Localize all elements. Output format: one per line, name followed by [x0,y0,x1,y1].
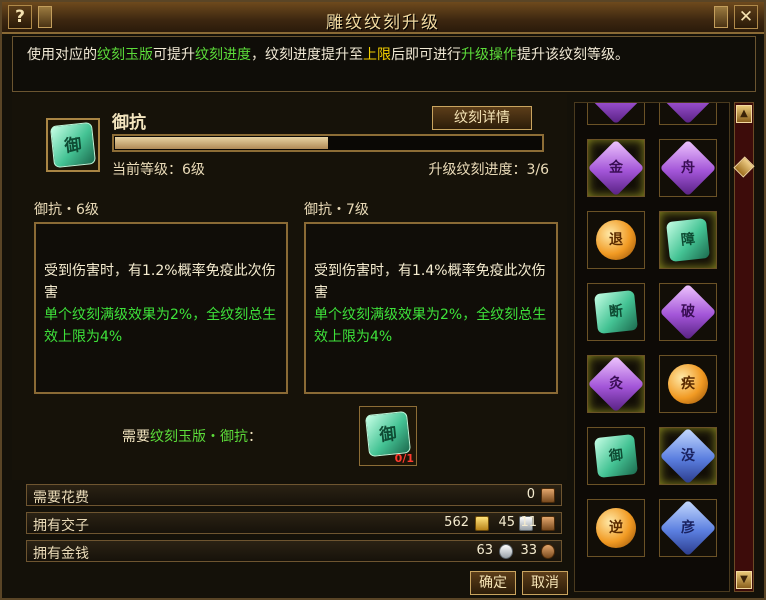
gem-glyph: 破 [681,304,695,320]
current-effect-sub: 单个纹刻满级效果为2%，全纹刻总生效上限为4% [44,307,277,345]
main-panel: 御 御抗 纹刻详情 当前等级：6级 升级纹刻进度：3/6 御抗・6级 受到伤害时… [12,94,567,480]
close-button[interactable]: ✕ [734,5,758,29]
engraving-gem-icon [659,103,717,125]
gem-glyph: 退 [609,232,623,248]
ornament-icon [714,6,728,28]
gem-slot[interactable]: 疾 [659,355,717,413]
money-silver-value: 63 [476,543,493,558]
copper-coin-icon [541,544,555,559]
gem-glyph: 断 [608,303,624,321]
gem-list-scrollbar[interactable]: ▲ ▼ [733,102,755,592]
engraving-gem-icon: 断 [594,290,638,334]
engraving-gem-icon: 灸 [587,355,645,413]
current-effect-title: 御抗・6级 [34,202,99,218]
engraving-gem-icon: 破 [659,283,717,341]
engraving-details-button[interactable]: 纹刻详情 [432,106,532,130]
money-label: 拥有金钱 [33,546,89,562]
gem-slot[interactable]: 御 [587,427,645,485]
engraving-gem-icon: 彦 [659,499,717,557]
required-item-slot[interactable]: 御 0/1 [359,406,417,466]
next-effect-sub: 单个纹刻满级效果为2%，全纹刻总生效上限为4% [314,307,547,345]
engraving-gem-icon: 没 [659,427,717,485]
jiaozi-gold-value: 562 [444,515,469,530]
engraving-name: 御抗 [112,113,146,133]
jade-tablet-icon: 御 [364,410,412,458]
cost-label: 需要花费 [33,490,89,506]
info-text: 使用对应的纹刻玉版可提升纹刻进度，纹刻进度提升至上限后即可进行升级操作提升该纹刻… [12,36,756,92]
jiaozi-silver-value: 45 [498,515,515,530]
cost-value: 0 [526,487,535,502]
bronze-jiaozi-icon [541,516,555,531]
cancel-button[interactable]: 取消 [522,571,568,595]
next-effect-title: 御抗・7级 [304,202,369,218]
gem-slot[interactable]: 没 [659,427,717,485]
gem-glyph: 御 [608,447,624,465]
gem-slot[interactable] [659,103,717,125]
scroll-up-button[interactable]: ▲ [736,105,752,123]
progress-bar [112,134,544,152]
gem-glyph: 障 [680,231,696,249]
money-bronze-value: 33 [520,543,537,558]
gem-glyph: 舟 [681,160,695,176]
gem-slot[interactable]: 退 [587,211,645,269]
engraving-gem-icon: 疾 [668,364,708,404]
engraving-upgrade-window: ? 雕纹纹刻升级 ✕ 使用对应的纹刻玉版可提升纹刻进度，纹刻进度提升至上限后即可… [0,0,766,600]
gem-slot[interactable]: 断 [587,283,645,341]
jiaozi-label: 拥有交子 [33,518,89,534]
engraving-gem-icon: 御 [594,434,638,478]
jiaozi-row: 拥有交子 562 45 11 [26,512,562,534]
gem-glyph: 没 [681,448,695,464]
current-effect-text: 受到伤害时，有1.2%概率免疫此次伤害 [44,263,276,301]
title-bar[interactable]: ? 雕纹纹刻升级 ✕ [2,2,764,34]
scroll-down-button[interactable]: ▼ [736,571,752,589]
silver-coin-icon [499,544,513,559]
engraving-gem-icon: 金 [587,139,645,197]
current-effect-box: 受到伤害时，有1.2%概率免疫此次伤害 单个纹刻满级效果为2%，全纹刻总生效上限… [34,222,288,394]
engraving-gem-icon: 逆 [596,508,636,548]
gem-glyph: 金 [609,160,623,176]
money-row: 拥有金钱 63 33 [26,540,562,562]
progress-bar-fill [115,137,328,149]
confirm-button[interactable]: 确定 [470,571,516,595]
jiaozi-bronze-value: 11 [520,515,537,530]
gold-jiaozi-icon [475,516,489,531]
gem-slot[interactable]: 破 [659,283,717,341]
scroll-thumb[interactable] [733,156,755,178]
engraving-gem-icon: 舟 [659,139,717,197]
jade-tablet-icon: 御 [49,121,97,169]
upgrade-progress-label: 升级纹刻进度：3/6 [428,162,549,178]
gem-glyph: 彦 [681,520,695,536]
gem-slot[interactable]: 灸 [587,355,645,413]
gem-glyph: 灸 [609,376,623,392]
gem-glyph: 逆 [609,520,623,536]
gem-slot[interactable]: 障 [659,211,717,269]
gem-slot[interactable] [587,103,645,125]
required-item-count: 0/1 [394,452,414,465]
copper-ingot-icon [541,488,555,503]
engraving-gem-icon: 障 [666,218,710,262]
gem-slot[interactable]: 彦 [659,499,717,557]
gem-glyph: 疾 [681,376,695,392]
current-level-label: 当前等级：6级 [112,162,205,178]
next-effect-text: 受到伤害时，有1.4%概率免疫此次伤害 [314,263,546,301]
window-title: 雕纹纹刻升级 [326,13,440,33]
next-effect-box: 受到伤害时，有1.4%概率免疫此次伤害 单个纹刻满级效果为2%，全纹刻总生效上限… [304,222,558,394]
gem-slot[interactable]: 逆 [587,499,645,557]
engraving-icon-frame: 御 [46,118,100,172]
cost-row: 需要花费 0 [26,484,562,506]
engraving-gem-icon [587,103,645,125]
gem-slot[interactable]: 舟 [659,139,717,197]
requirement-label: 需要纹刻玉版・御抗： [122,429,262,445]
gem-slot[interactable]: 金 [587,139,645,197]
engraving-gem-icon: 退 [596,220,636,260]
gem-list-panel: 金 舟退 障断 破灸 疾御 没逆 彦 [574,102,730,592]
